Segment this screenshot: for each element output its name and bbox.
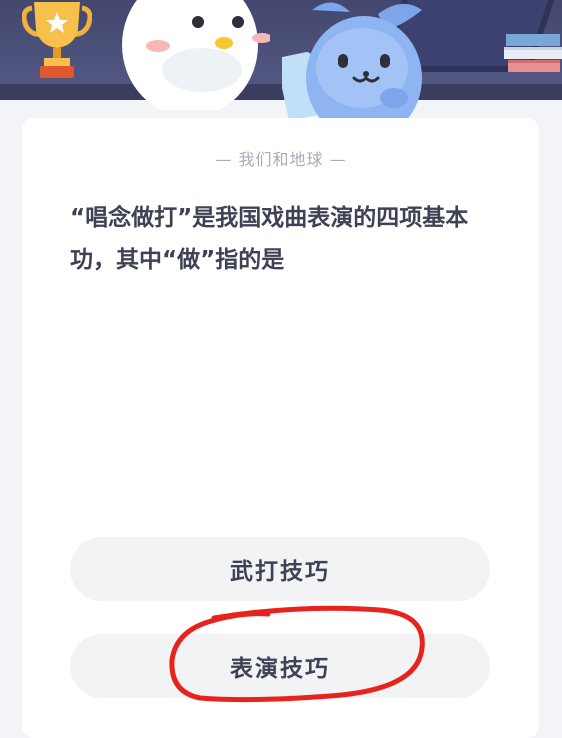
trophy-icon (22, 2, 92, 78)
blue-mascot-illustration (282, 2, 422, 130)
answer-option-1[interactable]: 武打技巧 (70, 537, 490, 601)
question-text: “唱念做打”是我国戏曲表演的四项基本功，其中“做”指的是 (70, 205, 469, 273)
white-mascot-illustration (122, 0, 270, 110)
category-label: — 我们和地球 — (215, 150, 347, 169)
shelf (0, 84, 562, 100)
books-icon (504, 34, 562, 72)
answer-option-2[interactable]: 表演技巧 (70, 634, 490, 698)
